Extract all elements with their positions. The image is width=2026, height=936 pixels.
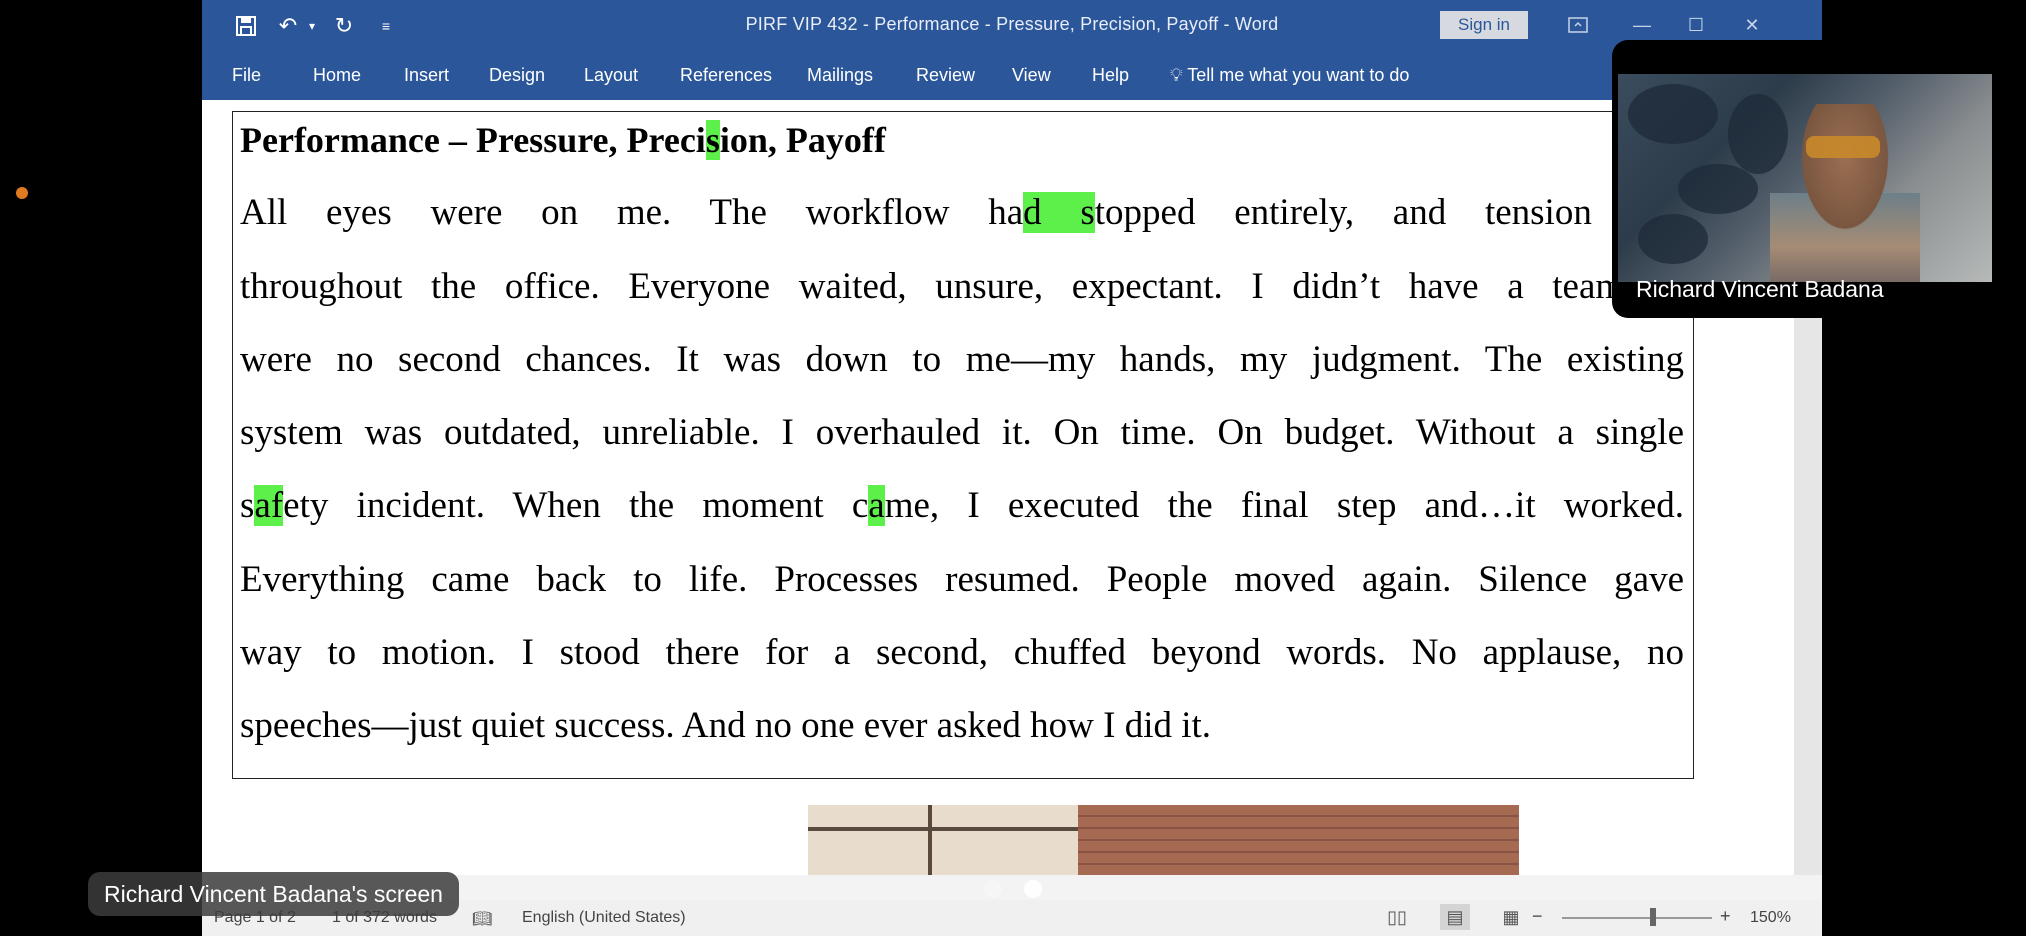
tell-me-search[interactable]: 💡︎ Tell me what you want to do	[1170, 65, 1409, 86]
web-layout-icon[interactable]: ▦	[1496, 904, 1526, 930]
body-line: safety incident. When the moment came, I…	[240, 471, 1684, 541]
line-text: s	[240, 485, 255, 526]
line-text: topped entirely, and tension buz	[1094, 192, 1684, 233]
participant-person	[1770, 104, 1920, 282]
participant-video-tile[interactable]: Richard Vincent Badana	[1612, 40, 1996, 318]
body-line: Everything came back to life. Processes …	[240, 559, 1684, 600]
recording-indicator-dot	[16, 187, 28, 199]
highlighted-text: af	[254, 485, 284, 526]
tell-me-label: Tell me what you want to do	[1187, 65, 1410, 85]
page-indicator-dot[interactable]	[984, 880, 1002, 898]
document-heading: Performance – Pressure, Precision, Payof…	[240, 115, 886, 165]
body-line: throughout the office. Everyone waited, …	[240, 266, 1684, 307]
zoom-in-button[interactable]: +	[1720, 906, 1731, 927]
read-mode-icon[interactable]: ▯▯	[1382, 904, 1412, 930]
image-brick-wall	[1078, 805, 1519, 875]
body-line: system was outdated, unreliable. I overh…	[240, 412, 1684, 453]
minimize-icon[interactable]: —	[1622, 12, 1662, 38]
tab-view[interactable]: View	[1012, 65, 1051, 86]
lightbulb-icon: 💡︎	[1170, 65, 1183, 85]
zoom-level[interactable]: 150%	[1750, 909, 1791, 927]
image-window-area	[808, 805, 1078, 875]
participant-glasses	[1806, 136, 1880, 158]
heading-text: ion, Payoff	[719, 120, 886, 160]
tab-insert[interactable]: Insert	[404, 65, 449, 86]
print-layout-icon[interactable]: ▤	[1440, 904, 1470, 930]
document-image[interactable]	[808, 805, 1519, 875]
tab-layout[interactable]: Layout	[584, 65, 638, 86]
body-line: were no second chances. It was down to m…	[240, 339, 1684, 380]
tab-help[interactable]: Help	[1092, 65, 1129, 86]
maximize-icon[interactable]: ☐	[1676, 12, 1716, 38]
line-text: me, I executed the final step and…it wor…	[884, 485, 1684, 526]
image-window-frame	[928, 805, 932, 875]
tab-references[interactable]: References	[680, 65, 772, 86]
ribbon-tabs: File Home Insert Design Layout Reference…	[202, 52, 1822, 100]
tab-mailings[interactable]: Mailings	[807, 65, 873, 86]
highlighted-text: d s	[1023, 192, 1095, 233]
zoom-slider-thumb[interactable]	[1650, 908, 1656, 926]
proofing-icon[interactable]: 📖︎	[472, 909, 492, 929]
background-leaf	[1638, 214, 1708, 264]
tab-review[interactable]: Review	[916, 65, 975, 86]
title-bar: ↶ ▾ ↻ ≡ PIRF VIP 432 - Performance - Pre…	[202, 0, 1822, 52]
screen-share-label: Richard Vincent Badana's screen	[88, 872, 459, 916]
highlighted-text: s	[705, 120, 720, 160]
highlighted-text: a	[868, 485, 885, 526]
tab-home[interactable]: Home	[313, 65, 361, 86]
ribbon-display-options-icon[interactable]	[1558, 12, 1598, 38]
close-icon[interactable]: ✕	[1732, 12, 1772, 38]
background-leaf	[1678, 164, 1758, 214]
heading-text: Performance – Pressure, Preci	[240, 120, 706, 160]
sign-in-button[interactable]: Sign in	[1440, 11, 1528, 39]
body-line: All eyes were on me. The workflow had st…	[240, 178, 1684, 248]
zoom-out-button[interactable]: −	[1532, 906, 1543, 927]
zoom-slider-track[interactable]	[1562, 917, 1712, 919]
participant-name: Richard Vincent Badana	[1636, 276, 1884, 302]
tab-file[interactable]: File	[232, 65, 261, 86]
participant-video	[1618, 74, 1992, 282]
tab-design[interactable]: Design	[489, 65, 545, 86]
page-indicator-dot-active[interactable]	[1024, 880, 1042, 898]
image-window-frame	[808, 827, 1078, 831]
body-line: speeches—just quiet success. And no one …	[240, 705, 1212, 746]
language[interactable]: English (United States)	[522, 909, 686, 927]
line-text: ety incident. When the moment c	[283, 485, 869, 526]
background-leaf	[1628, 84, 1718, 144]
line-text: All eyes were on me. The workflow ha	[240, 192, 1024, 233]
body-line: way to motion. I stood there for a secon…	[240, 632, 1684, 673]
